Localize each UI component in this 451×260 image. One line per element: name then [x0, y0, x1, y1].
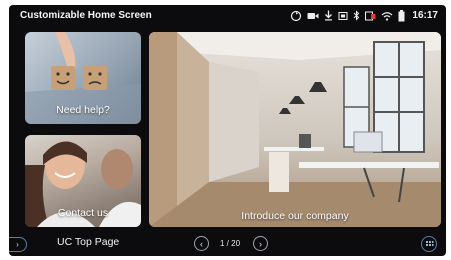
- chevron-right-icon: ›: [16, 240, 19, 249]
- wifi-icon: [382, 11, 393, 21]
- office-interior-image: [149, 32, 441, 227]
- next-page-button[interactable]: ›: [253, 236, 268, 251]
- video-icon: [307, 12, 319, 19]
- contact-us-label: Contact us: [57, 207, 109, 219]
- introduce-company-tile[interactable]: Introduce our company: [149, 32, 441, 227]
- page-name: UC Top Page: [57, 236, 120, 248]
- bluetooth-icon: [354, 10, 360, 21]
- download-icon: [325, 10, 333, 21]
- app-grid-button[interactable]: [421, 236, 437, 252]
- bottom-bar: › UC Top Page ‹ 1 / 20 ›: [9, 231, 446, 256]
- page-indicator: 1 / 20: [220, 239, 241, 248]
- chevron-right-icon: ›: [259, 239, 262, 249]
- introduce-company-label: Introduce our company: [241, 210, 349, 222]
- chevron-left-icon: ‹: [200, 239, 203, 249]
- side-panel-toggle[interactable]: ›: [9, 237, 27, 252]
- screen-title: Customizable Home Screen: [20, 10, 152, 21]
- cast-icon: [338, 11, 348, 20]
- status-bar: Customizable Home Screen 16:17: [9, 5, 446, 26]
- clock: 16:17: [412, 10, 438, 21]
- sync-icon: [291, 10, 302, 21]
- battery-icon: [398, 9, 405, 21]
- home-screen: Customizable Home Screen 16:17 Need help…: [9, 5, 446, 256]
- battery-alert-icon: [365, 11, 376, 21]
- need-help-tile[interactable]: Need help?: [25, 32, 141, 124]
- need-help-label: Need help?: [56, 104, 110, 116]
- contact-us-tile[interactable]: Contact us: [25, 135, 141, 227]
- grid-icon: [426, 241, 434, 246]
- status-icons: 16:17: [290, 8, 438, 23]
- previous-page-button[interactable]: ‹: [194, 236, 209, 251]
